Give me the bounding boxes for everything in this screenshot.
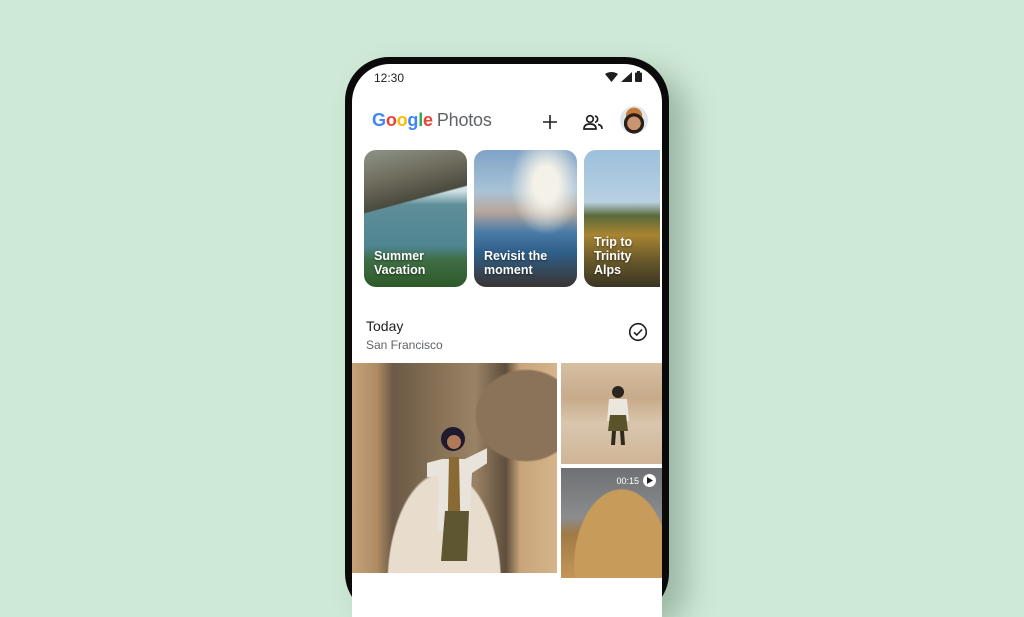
photo-thumbnail[interactable] xyxy=(561,363,662,464)
sharing-icon xyxy=(583,114,603,130)
cellular-signal-icon xyxy=(621,71,632,82)
status-icons xyxy=(605,71,642,82)
google-photos-logo: Google Photos xyxy=(372,110,492,131)
person-figure xyxy=(427,427,487,561)
memory-title: Summer Vacation xyxy=(374,249,426,277)
add-button[interactable] xyxy=(536,108,564,136)
memory-card[interactable]: Trip to Trinity Alps xyxy=(584,150,660,287)
memory-title: Revisit the moment xyxy=(484,249,548,277)
logo-letter: o xyxy=(385,110,397,130)
logo-letter: G xyxy=(372,110,386,130)
status-time: 12:30 xyxy=(374,71,405,85)
phone-frame: 12:30 Google Photos Summer Vacation Revi… xyxy=(345,57,669,617)
add-icon xyxy=(543,115,557,129)
person-figure xyxy=(607,386,629,445)
video-duration: 00:15 xyxy=(616,475,639,486)
account-avatar[interactable] xyxy=(620,106,648,134)
app-bar: Google Photos xyxy=(352,102,662,142)
logo-letter: o xyxy=(396,110,408,130)
google-wordmark: Google xyxy=(372,110,433,131)
memory-card[interactable]: Summer Vacation xyxy=(364,150,467,287)
memory-title: Trip to Trinity Alps xyxy=(594,235,633,277)
logo-letter: e xyxy=(423,110,433,130)
logo-letter: g xyxy=(407,110,419,130)
check-circle-icon xyxy=(628,322,648,342)
sharing-button[interactable] xyxy=(579,108,607,136)
section-location: San Francisco xyxy=(366,338,443,352)
memory-card[interactable]: Revisit the moment xyxy=(474,150,577,287)
battery-icon xyxy=(635,71,642,82)
play-icon xyxy=(643,474,656,487)
photo-grid: 00:15 xyxy=(352,363,662,617)
photos-wordmark: Photos xyxy=(436,110,492,130)
video-duration-badge: 00:15 xyxy=(616,474,656,487)
memories-carousel[interactable]: Summer Vacation Revisit the moment Trip … xyxy=(364,150,660,287)
video-thumbnail[interactable]: 00:15 xyxy=(561,468,662,578)
wifi-icon xyxy=(605,71,618,82)
status-bar: 12:30 xyxy=(352,64,662,90)
select-section-button[interactable] xyxy=(628,322,648,347)
section-title: Today xyxy=(366,318,404,334)
phone-screen: 12:30 Google Photos Summer Vacation Revi… xyxy=(352,64,662,617)
date-section-header: Today San Francisco xyxy=(352,310,662,366)
photo-thumbnail[interactable] xyxy=(352,363,557,573)
